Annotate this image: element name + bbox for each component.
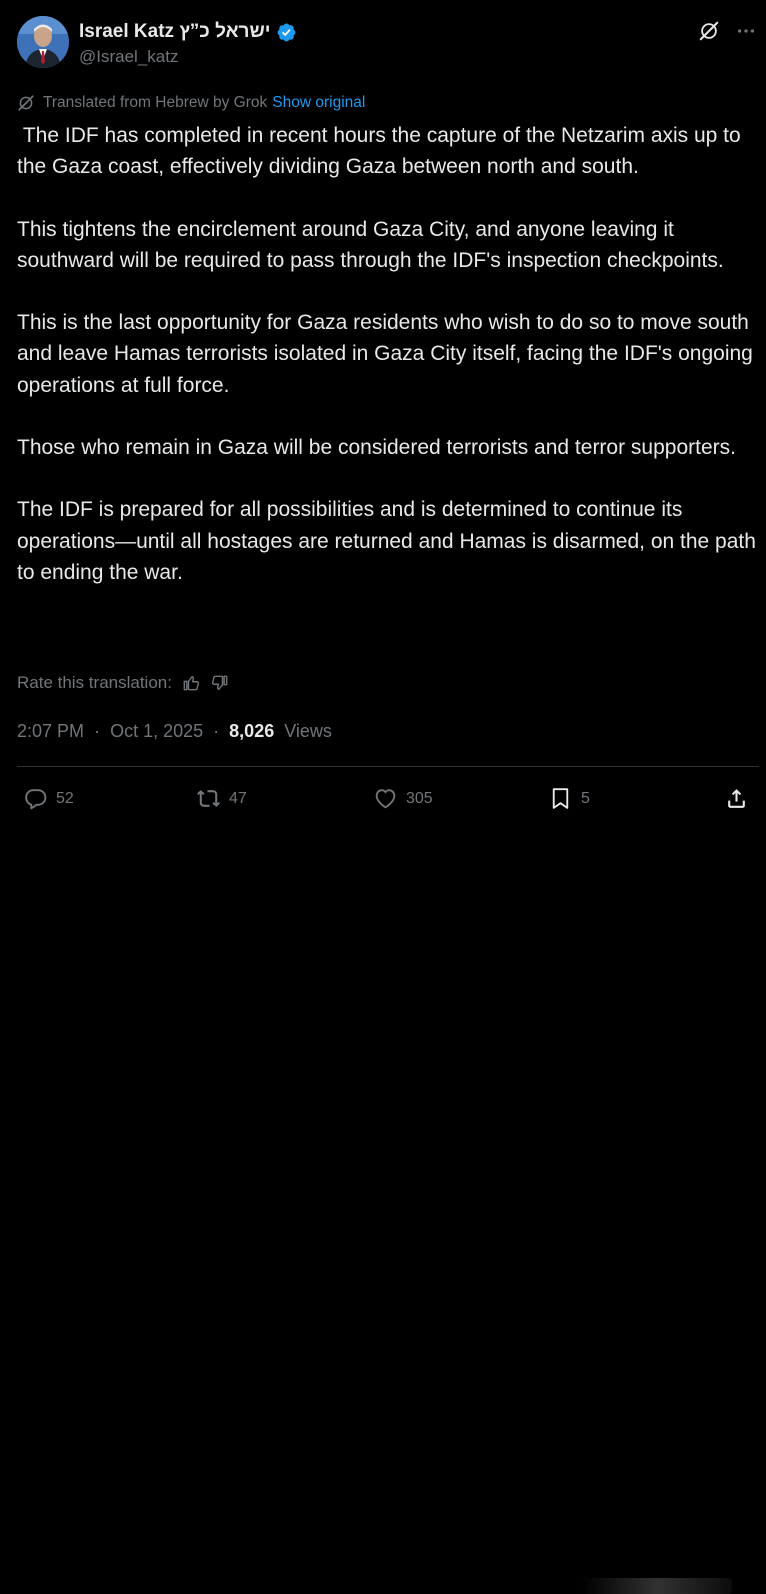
views-count: 8,026 <box>229 721 275 741</box>
meta-separator: · <box>94 721 101 741</box>
more-dots-icon[interactable] <box>735 20 757 42</box>
meta-separator: · <box>213 721 220 741</box>
tweet-text: The IDF has completed in recent hours th… <box>17 120 759 619</box>
tweet-paragraph: Those who remain in Gaza will be conside… <box>17 435 736 459</box>
rate-translation-label: Rate this translation: <box>17 673 172 692</box>
grok-translate-icon <box>18 95 34 111</box>
action-bar: 52 47 305 5 <box>0 782 766 1594</box>
tweet-date[interactable]: Oct 1, 2025 <box>110 721 203 741</box>
handle[interactable]: @Israel_katz <box>79 47 178 67</box>
views-label: Views <box>284 721 332 741</box>
reply-count: 52 <box>56 789 74 807</box>
thumbs-up-icon[interactable] <box>181 673 201 693</box>
bookmark-count: 5 <box>581 789 590 807</box>
translation-notice: Translated from Hebrew by Grok Show orig… <box>17 94 365 112</box>
repost-icon <box>197 790 220 807</box>
thumbs-down-icon[interactable] <box>210 673 230 693</box>
share-icon <box>728 789 745 808</box>
rate-translation: Rate this translation: <box>17 672 230 694</box>
tweet-meta: 2:07 PM · Oct 1, 2025 · 8,026 Views <box>17 721 332 742</box>
watermark-overlay <box>582 1578 732 1594</box>
tweet-paragraph: The IDF has completed in recent hours th… <box>17 124 747 179</box>
name-row: ישראל כ”ץ Israel Katz <box>79 19 297 45</box>
translation-notice-text: Translated from Hebrew by Grok <box>43 94 268 111</box>
reply-button[interactable]: 52 <box>23 786 74 811</box>
divider <box>17 766 759 767</box>
tweet-time[interactable]: 2:07 PM <box>17 721 84 741</box>
repost-count: 47 <box>229 789 247 807</box>
heart-icon <box>375 789 396 809</box>
like-count: 305 <box>406 789 433 807</box>
tweet-paragraph: This tightens the encirclement around Ga… <box>17 217 724 272</box>
show-original-link[interactable]: Show original <box>272 94 365 112</box>
share-button[interactable] <box>724 786 757 811</box>
like-button[interactable]: 305 <box>373 786 433 811</box>
reply-icon <box>25 789 47 810</box>
grok-icon[interactable] <box>698 20 720 42</box>
verified-badge-icon[interactable] <box>276 22 297 43</box>
repost-button[interactable]: 47 <box>196 786 247 811</box>
tweet-header: ישראל כ”ץ Israel Katz @Israel_katz <box>17 16 757 72</box>
display-name[interactable]: ישראל כ”ץ Israel Katz <box>79 21 271 43</box>
avatar[interactable] <box>17 16 69 68</box>
avatar-image <box>17 16 69 68</box>
tweet-paragraph: This is the last opportunity for Gaza re… <box>17 311 753 397</box>
bookmark-icon <box>552 788 569 809</box>
bookmark-button[interactable]: 5 <box>548 786 590 811</box>
tweet-paragraph: The IDF is prepared for all possibilitie… <box>17 498 756 584</box>
